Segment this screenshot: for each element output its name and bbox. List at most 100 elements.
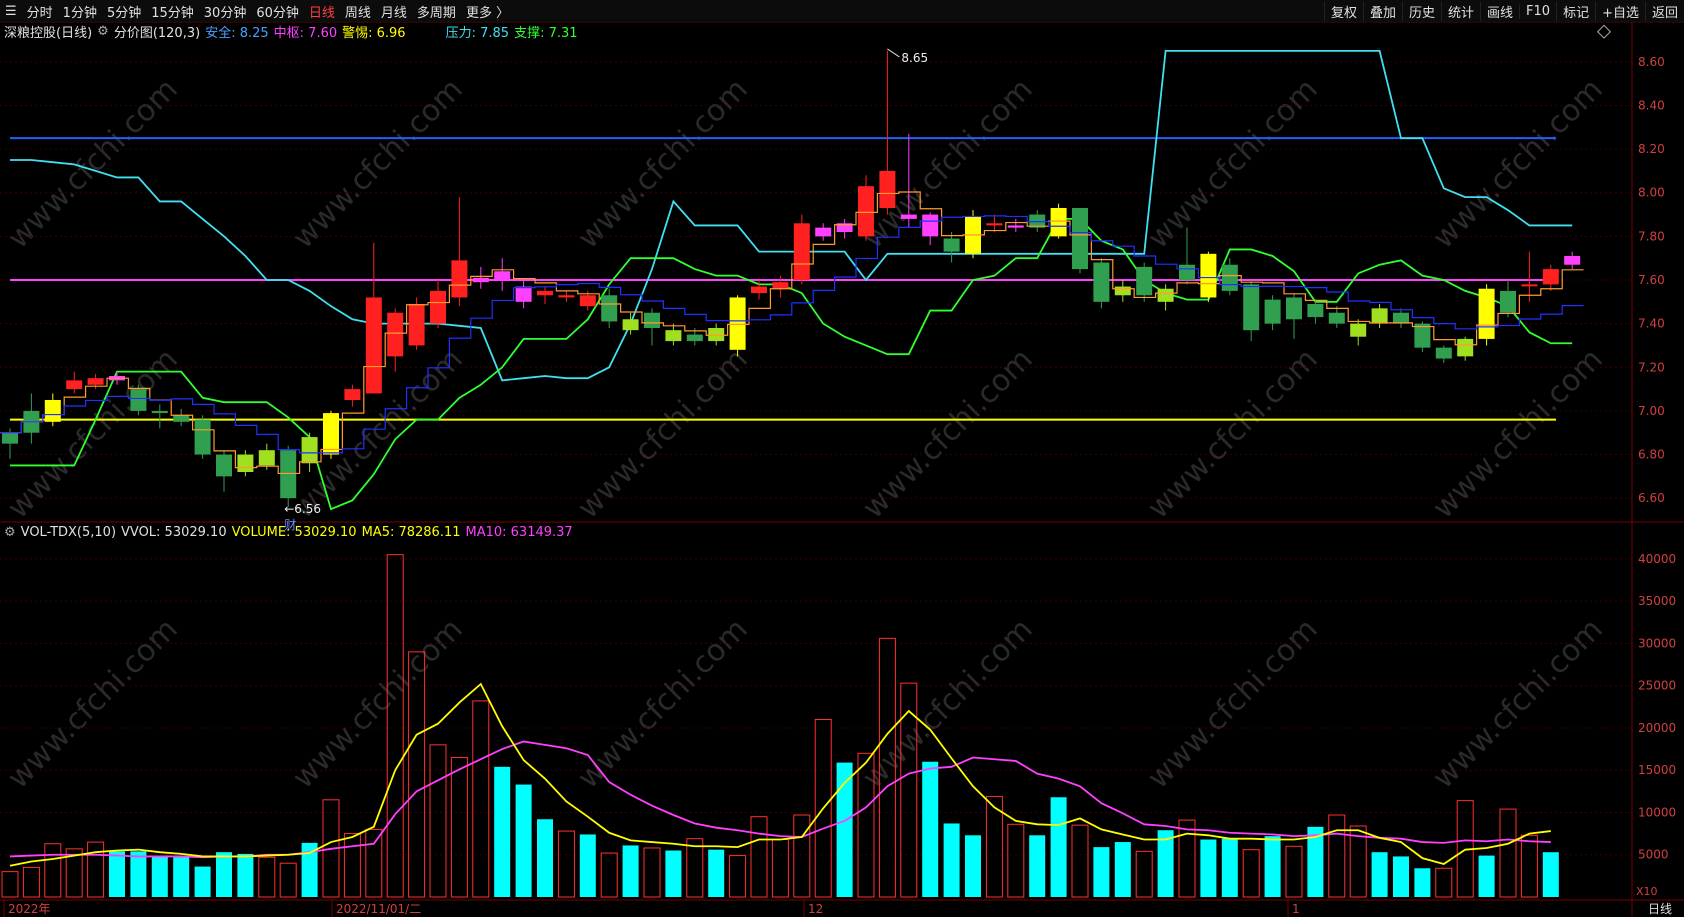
volume-bar	[279, 862, 297, 898]
diamond-icon	[1596, 24, 1612, 39]
candle-body	[344, 389, 361, 400]
volume-bar	[1242, 849, 1260, 898]
volume-tick-label: 25000	[1638, 679, 1676, 693]
volume-bar	[900, 682, 918, 898]
candle-body	[686, 334, 703, 342]
period-tab[interactable]: 日线	[304, 2, 340, 21]
x-axis-label: 2022年	[8, 902, 51, 916]
candle-body	[1200, 253, 1217, 298]
volume-bar	[1393, 856, 1409, 897]
settings-icon[interactable]: ⚙	[97, 24, 109, 39]
price-tick-label: 7.20	[1638, 360, 1665, 374]
candle-body	[1500, 290, 1516, 313]
candle-body	[23, 410, 40, 433]
x-axis-label: 2022/11/01/二	[336, 902, 421, 916]
pivot-value: 中枢: 7.60	[273, 25, 338, 41]
low-marker-label: ←6.56	[284, 502, 321, 516]
toolbar-button[interactable]: 标记	[1556, 1, 1595, 21]
toolbar-button[interactable]: 叠加	[1362, 1, 1402, 21]
period-toolbar: ☰ 分时 1分钟 5分钟 15分钟 30分钟 60分钟 日线 周线 月线 多周期 更多 〉 复权 叠加…	[0, 0, 1684, 23]
period-tab[interactable]: 5分钟	[102, 2, 146, 21]
candle-body	[87, 378, 104, 385]
volume-bar	[1007, 823, 1025, 898]
candle-body	[1564, 256, 1581, 265]
toolbar-button[interactable]: 历史	[1401, 1, 1441, 21]
watermark: www.cfchi.com	[856, 72, 1040, 256]
volume-bar	[515, 784, 532, 897]
volume-bar	[173, 857, 190, 897]
volume-bar	[1456, 800, 1474, 898]
toolbar-button[interactable]: 统计	[1441, 1, 1480, 21]
toolbar-button[interactable]: F10	[1519, 3, 1556, 19]
candle-body	[1350, 323, 1367, 337]
candle-body	[1307, 304, 1324, 318]
volume-bar	[322, 799, 340, 898]
candle-body	[1093, 262, 1110, 302]
candle-body	[1072, 208, 1088, 270]
candle-body	[258, 450, 275, 466]
candle-body	[1286, 297, 1302, 320]
watermark: www.cfchi.com	[856, 612, 1040, 796]
period-tab[interactable]: 分时	[22, 2, 58, 21]
watermark: www.cfchi.com	[1, 72, 185, 256]
volume-value: VOLUME: 53029.10	[231, 524, 357, 540]
watermark: www.cfchi.com	[1, 342, 185, 526]
volume-bar	[365, 828, 383, 898]
volume-bar	[622, 845, 639, 897]
volume-bar	[22, 866, 40, 898]
period-tab[interactable]: 30分钟	[199, 2, 252, 21]
candle-body	[1521, 284, 1538, 287]
volume-unit: X10	[1636, 885, 1658, 898]
volume-bar	[600, 852, 618, 898]
volume-bar	[708, 849, 725, 897]
candle-body	[408, 304, 425, 346]
candle-body	[494, 271, 511, 280]
candle-body	[1393, 312, 1409, 324]
ma10-value: MA10: 63149.37	[465, 524, 573, 540]
candle-body	[751, 286, 767, 294]
toolbar-button[interactable]: 返回	[1644, 1, 1684, 21]
candle-body	[1457, 338, 1474, 357]
kline-chart[interactable]: www.cfchi.com www.cfchi.com www.cfchi.com w…	[0, 0, 1684, 917]
price-tick-label: 7.80	[1638, 229, 1665, 243]
period-tab[interactable]: 1分钟	[58, 2, 102, 21]
volume-bar	[1050, 797, 1067, 897]
x-axis-label: 12	[808, 902, 823, 916]
period-tab[interactable]: 更多 〉	[461, 2, 514, 21]
candle-body	[472, 277, 489, 283]
volume-bar	[922, 761, 939, 897]
volume-bar	[1478, 855, 1495, 897]
period-tab[interactable]: 多周期	[412, 2, 461, 21]
period-tab[interactable]: 60分钟	[251, 2, 304, 21]
candle-body	[793, 223, 810, 280]
watermark: www.cfchi.com	[856, 342, 1040, 526]
volume-bar	[1221, 838, 1238, 897]
price-tick-label: 8.20	[1638, 142, 1665, 156]
watermark: www.cfchi.com	[1426, 612, 1610, 796]
volume-bar	[130, 851, 147, 897]
period-tab[interactable]: 15分钟	[146, 2, 199, 21]
candle-body	[216, 454, 232, 477]
volume-ma10-line	[9, 740, 1551, 859]
indicator-name[interactable]: 分价图(120,3)	[114, 22, 200, 41]
volume-bar	[216, 852, 232, 897]
candle-body	[173, 415, 190, 422]
period-tab[interactable]: 周线	[340, 2, 376, 21]
volume-bar	[301, 842, 318, 897]
toolbar-button[interactable]: +自选	[1595, 1, 1645, 21]
volume-tick-label: 30000	[1638, 636, 1676, 650]
volume-indicator-name[interactable]: VOL-TDX(5,10)	[21, 525, 116, 540]
candle-body	[365, 297, 382, 394]
stock-name[interactable]: 深粮控股(日线)	[4, 22, 92, 41]
period-tab[interactable]: 月线	[376, 2, 412, 21]
watermark: www.cfchi.com	[1426, 72, 1610, 256]
price-tick-label: 8.00	[1638, 186, 1665, 200]
volume-bar	[793, 814, 811, 898]
candle-body	[622, 319, 639, 331]
price-info-line: 深粮控股(日线) ⚙ 分价图(120,3) 安全: 8.25 中枢: 7.60 …	[4, 22, 583, 41]
toolbar-button[interactable]: 复权	[1323, 1, 1363, 21]
candle-body	[66, 380, 83, 390]
candle-body	[665, 330, 682, 342]
toolbar-button[interactable]: 画线	[1480, 1, 1519, 21]
menu-icon[interactable]: ☰	[0, 4, 22, 19]
